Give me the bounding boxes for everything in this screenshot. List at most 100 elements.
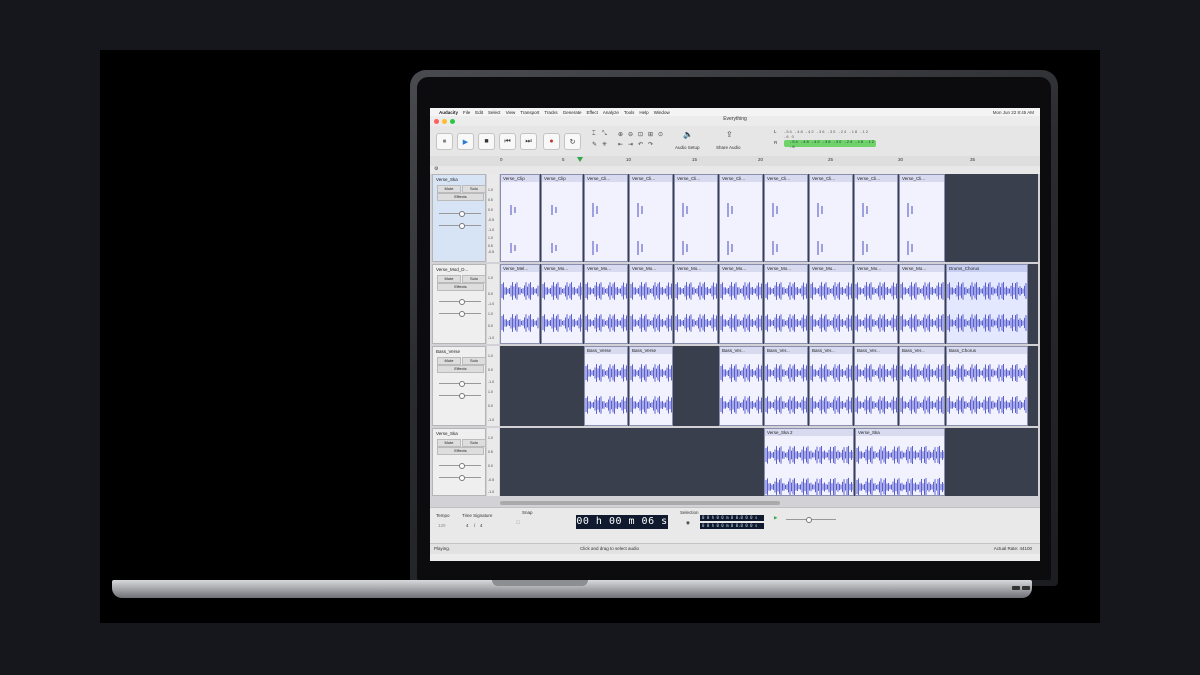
track-name[interactable]: Verse_Ska bbox=[436, 431, 458, 436]
time-signature-denominator[interactable]: 4 bbox=[480, 523, 483, 528]
audio-setup-button[interactable]: Audio Setup bbox=[675, 145, 700, 150]
selection-end-field[interactable]: 0 0 h 0 0 m 0 0.0 0 0 s bbox=[700, 523, 764, 529]
multi-tool-icon[interactable]: ✳ bbox=[602, 141, 607, 148]
menu-transport[interactable]: Transport bbox=[520, 110, 539, 115]
selection-tool-icon[interactable]: ⌶ bbox=[592, 131, 596, 138]
clip-title[interactable]: Bass_Ver... bbox=[720, 347, 762, 354]
playback-meter[interactable]: -54 -48 -42 -36 -30 -24 -18 -12 -6 bbox=[784, 139, 876, 149]
audio-clip[interactable]: Verse_Mo... bbox=[674, 264, 718, 344]
menu-tracks[interactable]: Tracks bbox=[544, 110, 557, 115]
audio-clip[interactable]: Verse_Mo... bbox=[719, 264, 763, 344]
minimize-window-button[interactable] bbox=[442, 119, 447, 124]
undo-icon[interactable]: ↶ bbox=[638, 141, 643, 148]
clip-title[interactable]: Verse_Cli... bbox=[720, 175, 762, 182]
solo-button[interactable]: Solo bbox=[462, 439, 486, 447]
audio-clip[interactable]: Verse_Cli... bbox=[719, 174, 763, 262]
clip-title[interactable]: Verse_Clip bbox=[542, 175, 582, 182]
audio-clip[interactable]: Bass_Ver... bbox=[809, 346, 853, 426]
clip-title[interactable]: Verse_Ska bbox=[856, 429, 944, 436]
play-button[interactable]: ▶ bbox=[457, 133, 474, 150]
clip-title[interactable]: Bass_Ver... bbox=[765, 347, 807, 354]
snap-checkbox[interactable]: ☐ bbox=[516, 520, 520, 526]
clip-title[interactable]: Drums_Chorus bbox=[947, 265, 1027, 272]
gain-slider[interactable] bbox=[439, 463, 481, 469]
audio-clip[interactable]: Verse_Cli... bbox=[899, 174, 945, 262]
clip-title[interactable]: Verse_Mo... bbox=[675, 265, 717, 272]
track-lane[interactable]: Verse_Ska 2 Verse_Ska bbox=[500, 428, 1038, 496]
gain-slider[interactable] bbox=[439, 211, 481, 217]
clip-title[interactable]: Verse_Mo... bbox=[900, 265, 944, 272]
menu-audacity[interactable]: Audacity bbox=[439, 110, 458, 115]
skip-end-button[interactable]: ⏭ bbox=[520, 133, 537, 150]
effects-button[interactable]: Effects bbox=[437, 283, 484, 291]
silence-icon[interactable]: ⇥ bbox=[628, 141, 633, 148]
clip-title[interactable]: Bass_Ver... bbox=[855, 347, 897, 354]
mute-button[interactable]: Mute bbox=[437, 185, 461, 193]
track-lane[interactable]: Bass_Verse Bass_Verse Bass_Ver... Bass_Ver.… bbox=[500, 346, 1038, 426]
track-4[interactable]: Verse_Ska Mute Solo Effects 1.0 0.5 0.0 … bbox=[430, 428, 1040, 498]
audio-clip[interactable]: Verse_Mo... bbox=[854, 264, 898, 344]
tempo-field[interactable]: 120 bbox=[438, 523, 446, 528]
audio-clip[interactable]: Verse_Cli... bbox=[854, 174, 898, 262]
track-lane[interactable]: Verse_Mel... Verse_Mo... Verse_Mo... Verse_… bbox=[500, 264, 1038, 344]
clip-title[interactable]: Bass_Ver... bbox=[900, 347, 944, 354]
clip-title[interactable]: Verse_Mel... bbox=[501, 265, 539, 272]
menu-window[interactable]: Window bbox=[654, 110, 670, 115]
audio-clip[interactable]: Verse_Cli... bbox=[629, 174, 673, 262]
play-at-speed-icon[interactable]: ▶ bbox=[774, 515, 777, 521]
gain-slider[interactable] bbox=[439, 381, 481, 387]
recording-meter[interactable]: -54 -48 -42 -36 -30 -24 -18 -12 -6 0 bbox=[784, 129, 876, 139]
pause-button[interactable]: ⏸ bbox=[436, 133, 453, 150]
clip-title[interactable]: Verse_Cli... bbox=[855, 175, 897, 182]
fit-selection-icon[interactable]: ⊡ bbox=[638, 131, 643, 138]
track-control-panel[interactable]: Bass_Verse Mute Solo Effects bbox=[432, 346, 486, 426]
audio-clip[interactable]: Verse_Mo... bbox=[899, 264, 945, 344]
loop-button[interactable]: ↻ bbox=[564, 133, 581, 150]
horizontal-scrollbar[interactable] bbox=[500, 501, 780, 505]
solo-button[interactable]: Solo bbox=[462, 185, 486, 193]
redo-icon[interactable]: ↷ bbox=[648, 141, 653, 148]
effects-button[interactable]: Effects bbox=[437, 365, 484, 373]
clip-title[interactable]: Bass_Verse bbox=[585, 347, 627, 354]
audio-clip[interactable]: Verse_Clip bbox=[500, 174, 540, 262]
clip-title[interactable]: Verse_Clip bbox=[501, 175, 539, 182]
track-lane[interactable]: Verse_Clip Verse_Clip Verse_Cli... Verse… bbox=[500, 174, 1038, 262]
menu-tools[interactable]: Tools bbox=[624, 110, 635, 115]
track-control-panel[interactable]: Verse_Mod_D... Mute Solo Effects bbox=[432, 264, 486, 344]
track-name[interactable]: Verse_Ska bbox=[436, 177, 458, 182]
play-speed-slider[interactable] bbox=[786, 517, 836, 523]
clip-title[interactable]: Verse_Mo... bbox=[542, 265, 582, 272]
audio-clip[interactable]: Verse_Mo... bbox=[541, 264, 583, 344]
audio-clip[interactable]: Verse_Cli... bbox=[809, 174, 853, 262]
clip-title[interactable]: Verse_Mo... bbox=[630, 265, 672, 272]
pan-slider[interactable] bbox=[439, 475, 481, 481]
zoom-window-button[interactable] bbox=[450, 119, 455, 124]
clip-title[interactable]: Verse_Mo... bbox=[810, 265, 852, 272]
track-3[interactable]: Bass_Verse Mute Solo Effects 1.0 0.0 -1.… bbox=[430, 346, 1040, 428]
gain-slider[interactable] bbox=[439, 299, 481, 305]
clip-title[interactable]: Bass_Verse bbox=[630, 347, 672, 354]
pan-slider[interactable] bbox=[439, 393, 481, 399]
zoom-toggle-icon[interactable]: ⊙ bbox=[658, 131, 663, 138]
clip-title[interactable]: Verse_Cli... bbox=[900, 175, 944, 182]
track-control-panel[interactable]: Verse_Ska Mute Solo Effects bbox=[432, 428, 486, 496]
audio-clip[interactable]: Bass_Verse bbox=[629, 346, 673, 426]
menu-analyze[interactable]: Analyze bbox=[603, 110, 619, 115]
clip-title[interactable]: Verse_Ska 2 bbox=[765, 429, 853, 436]
audio-clip[interactable]: Verse_Clip bbox=[541, 174, 583, 262]
record-button[interactable]: ● bbox=[543, 133, 560, 150]
playhead-marker[interactable] bbox=[577, 157, 583, 162]
audio-clip[interactable]: Bass_Ver... bbox=[764, 346, 808, 426]
clip-title[interactable]: Verse_Cli... bbox=[765, 175, 807, 182]
audio-clip[interactable]: Verse_Mo... bbox=[764, 264, 808, 344]
clip-title[interactable]: Verse_Cli... bbox=[585, 175, 627, 182]
audio-clip[interactable]: Bass_Chorus bbox=[946, 346, 1028, 426]
timeline-options-icon[interactable]: ⚙ bbox=[434, 166, 438, 172]
time-display[interactable]: 00 h 00 m 06 s bbox=[576, 515, 668, 529]
skip-start-button[interactable]: ⏮ bbox=[499, 133, 516, 150]
audio-clip[interactable]: Verse_Cli... bbox=[764, 174, 808, 262]
menu-file[interactable]: File bbox=[463, 110, 470, 115]
clip-title[interactable]: Verse_Mo... bbox=[585, 265, 627, 272]
clip-title[interactable]: Verse_Mo... bbox=[855, 265, 897, 272]
effects-button[interactable]: Effects bbox=[437, 447, 484, 455]
